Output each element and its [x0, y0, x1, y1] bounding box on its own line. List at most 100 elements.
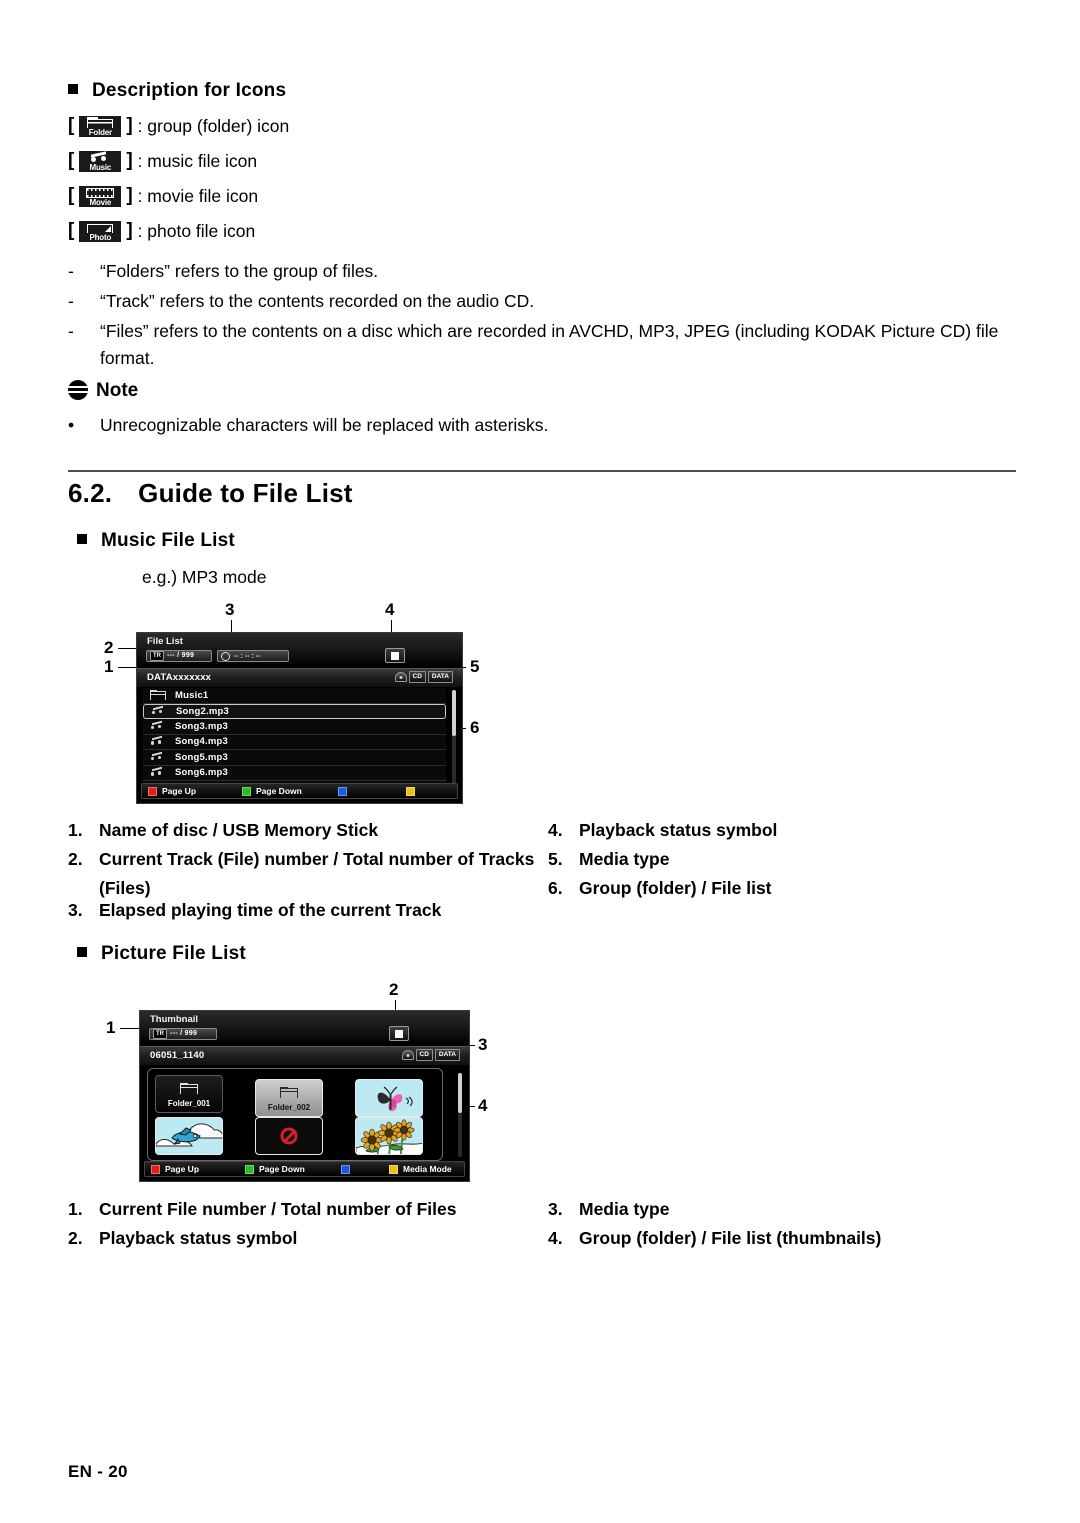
section-divider [68, 470, 1016, 472]
page-down-button[interactable]: Page Down [245, 1164, 305, 1174]
blue-button[interactable] [338, 786, 352, 796]
red-square-icon [151, 1164, 160, 1174]
callout-4: 4 [385, 600, 395, 619]
dash-item-folders: - “Folders” refers to the group of files… [68, 261, 379, 281]
music-file-list-heading: Music File List [77, 530, 235, 552]
media-mode-button[interactable]: Media Mode [389, 1164, 452, 1174]
disc-icon [394, 672, 407, 682]
elapsed-time-display[interactable]: -- : -- : -- [217, 650, 289, 662]
picture-legend-item-3: 3. Media type [548, 1199, 670, 1219]
track-value: --- / 999 [167, 652, 195, 659]
callout-1: 1 [104, 657, 114, 676]
music-icon [150, 722, 166, 731]
scrollbar-thumb[interactable] [452, 690, 456, 736]
red-square-icon [148, 786, 157, 796]
blue-button[interactable] [341, 1164, 355, 1174]
callout-2: 2 [389, 980, 399, 999]
note-icon [68, 380, 88, 400]
music-icon [151, 707, 167, 716]
thumbnail-airplane[interactable] [155, 1117, 223, 1155]
legend-item-4: 4. Playback status symbol [548, 820, 778, 840]
yellow-square-icon [406, 786, 415, 796]
picture-file-list-screen: Thumbnail TR --- / 999 06051_1140 CD DAT… [139, 1010, 470, 1182]
callout-3: 3 [225, 600, 235, 619]
green-square-icon [242, 786, 251, 796]
callout-3: 3 [478, 1035, 488, 1054]
green-square-icon [245, 1164, 254, 1174]
thumbnail-label: Folder_001 [167, 1099, 211, 1108]
thumbnail-butterfly[interactable] [355, 1079, 423, 1117]
music-icon [150, 768, 166, 777]
track-label: TR [153, 1029, 167, 1039]
page-down-label: Page Down [256, 786, 302, 796]
page-title: 6.2. Guide to File List [68, 478, 353, 508]
music-file-list-example: e.g.) MP3 mode [142, 567, 267, 587]
playback-status-symbol[interactable] [385, 648, 405, 663]
folder-icon [150, 689, 166, 700]
photo-icon: Photo [79, 221, 122, 242]
media-badge-cd: CD [415, 1049, 433, 1061]
folder-icon [180, 1083, 198, 1094]
playback-status-symbol[interactable] [389, 1026, 409, 1041]
track-value: --- / 999 [170, 1030, 198, 1037]
thumbnail-grid: Folder_001 Folder_002 [147, 1068, 443, 1161]
callout-1: 1 [106, 1018, 116, 1037]
list-item[interactable]: Song4.mp3 [143, 735, 446, 750]
track-counter[interactable]: TR --- / 999 [146, 650, 212, 662]
list-item[interactable]: Song6.mp3 [143, 766, 446, 781]
list-item-label: Song2.mp3 [176, 705, 230, 717]
scrollbar[interactable] [452, 690, 456, 784]
music-icon: Music [79, 151, 122, 172]
list-item[interactable]: Song3.mp3 [143, 719, 446, 735]
list-item-label: Music1 [175, 689, 209, 701]
page-down-button[interactable]: Page Down [242, 786, 302, 796]
note-heading: Note [68, 380, 138, 402]
leader-line-2 [118, 648, 136, 650]
list-item[interactable]: Song5.mp3 [143, 750, 446, 766]
list-item-label: Song6.mp3 [175, 767, 229, 779]
thumbnail-folder-001[interactable]: Folder_001 [155, 1075, 223, 1113]
icon-definition-music: [Music] : music file icon [68, 150, 258, 172]
dash-item-track: - “Track” refers to the contents recorde… [68, 291, 535, 311]
list-item[interactable]: Music1 [143, 688, 446, 704]
prohibited-icon [280, 1127, 298, 1145]
file-counter[interactable]: TR --- / 999 [149, 1028, 217, 1040]
media-type-badge: CD DATA [401, 1049, 460, 1061]
disc-icon [401, 1050, 414, 1060]
square-bullet-icon [68, 84, 78, 94]
scrollbar[interactable] [458, 1073, 462, 1157]
music-file-list-screen: File List TR --- / 999 -- : -- : -- DATA… [136, 632, 463, 804]
media-mode-label: Media Mode [403, 1164, 452, 1174]
movie-icon: Movie [79, 186, 122, 207]
callout-4: 4 [478, 1096, 488, 1115]
leader-line-1 [118, 667, 136, 669]
icon-definition-movie: [Movie] : movie file icon [68, 185, 259, 207]
elapsed-time-value: -- : -- : -- [234, 652, 261, 660]
list-item[interactable]: Song2.mp3 [143, 703, 446, 719]
legend-item-3: 3. Elapsed playing time of the current T… [68, 900, 442, 920]
thumbnail-sunflowers[interactable] [355, 1117, 423, 1155]
butterfly-icon [377, 1086, 413, 1112]
page-up-button[interactable]: Page Up [151, 1164, 199, 1174]
media-type-badge: CD DATA [394, 671, 453, 683]
icon-definition-music-text: : music file icon [137, 151, 258, 171]
icon-definition-folder: [Folder] : group (folder) icon [68, 115, 290, 137]
legend-item-6: 6. Group (folder) / File list [548, 878, 772, 898]
media-badge-data: DATA [434, 1049, 460, 1061]
page-up-label: Page Up [165, 1164, 200, 1174]
page-up-button[interactable]: Page Up [148, 786, 196, 796]
legend-item-2: 2. Current Track (File) number / Total n… [68, 849, 535, 898]
scrollbar-thumb[interactable] [458, 1073, 462, 1113]
list-item-label: Song4.mp3 [175, 736, 229, 748]
disc-name: 06051_1140 [150, 1050, 205, 1061]
leader-line-1 [120, 1028, 140, 1030]
thumbnail-unsupported[interactable] [255, 1117, 323, 1155]
icon-definition-photo-text: : photo file icon [137, 221, 256, 241]
callout-6: 6 [470, 718, 480, 737]
legend-item-1: 1. Name of disc / USB Memory Stick [68, 820, 379, 840]
blue-square-icon [341, 1164, 350, 1174]
yellow-button[interactable] [406, 786, 420, 796]
media-badge-cd: CD [408, 671, 426, 683]
blue-square-icon [338, 786, 347, 796]
thumbnail-folder-002[interactable]: Folder_002 [255, 1079, 323, 1117]
